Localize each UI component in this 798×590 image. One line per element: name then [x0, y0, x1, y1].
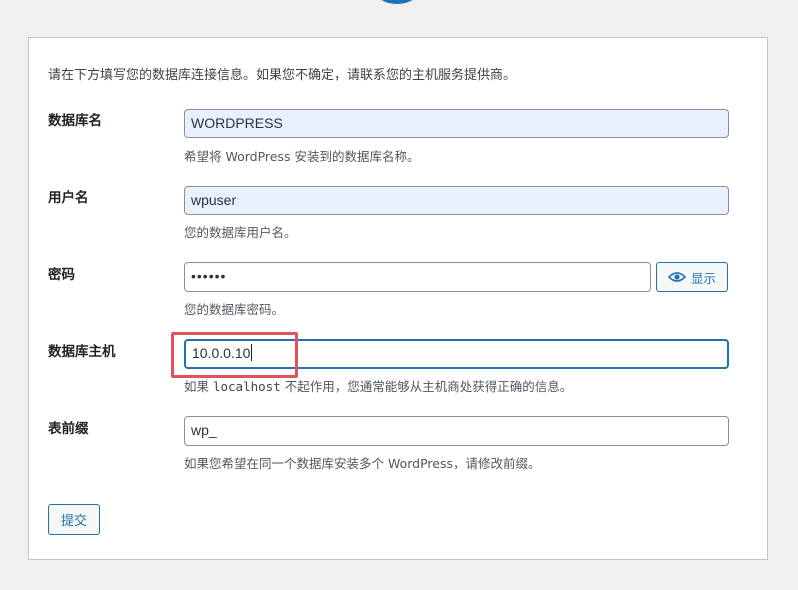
dbhost-help: 如果 localhost 不起作用，您通常能够从主机商处获得正确的信息。 — [184, 379, 573, 394]
eye-icon — [667, 272, 686, 282]
prefix-label: 表前缀 — [48, 421, 89, 437]
username-label: 用户名 — [48, 190, 89, 206]
localhost-code: localhost — [212, 379, 281, 394]
submit-button[interactable]: 提交 — [48, 504, 100, 535]
dbname-help: 希望将 WordPress 安装到的数据库名称。 — [184, 149, 420, 164]
prefix-input[interactable]: wp_ — [184, 416, 729, 446]
dbname-label: 数据库名 — [48, 113, 102, 129]
dbname-input[interactable]: WORDPRESS — [184, 109, 729, 138]
prefix-value: wp_ — [191, 422, 217, 438]
dbhost-value: 10.0.0.10 — [192, 345, 251, 361]
password-input[interactable]: •••••• — [184, 262, 651, 292]
dbname-value: WORDPRESS — [191, 115, 283, 131]
prefix-help: 如果您希望在同一个数据库安装多个 WordPress，请修改前缀。 — [184, 456, 541, 471]
password-value: •••••• — [191, 268, 227, 284]
username-help: 您的数据库用户名。 — [184, 225, 297, 240]
password-label: 密码 — [48, 267, 75, 283]
username-value: wpuser — [191, 192, 237, 208]
show-password-label: 显示 — [690, 270, 716, 286]
text-caret — [251, 344, 253, 361]
intro-text: 请在下方填写您的数据库连接信息。如果您不确定，请联系您的主机服务提供商。 — [48, 68, 517, 83]
show-password-button[interactable]: 显示 — [656, 262, 728, 292]
username-input[interactable]: wpuser — [184, 186, 729, 215]
wordpress-logo — [381, 0, 413, 4]
password-help: 您的数据库密码。 — [184, 302, 285, 317]
dbhost-input[interactable]: 10.0.0.10 — [184, 339, 729, 369]
dbhost-label: 数据库主机 — [48, 344, 116, 360]
